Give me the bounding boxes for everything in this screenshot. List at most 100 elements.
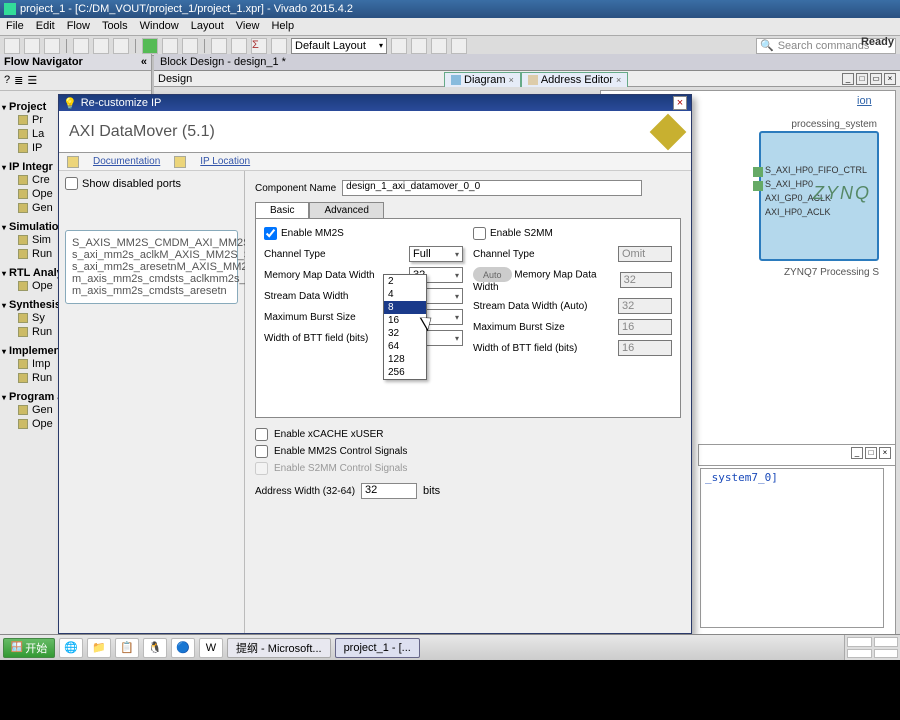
play-icon[interactable] — [162, 38, 178, 54]
clock-icon[interactable] — [271, 38, 287, 54]
close-icon[interactable]: × — [673, 96, 687, 110]
address-width-field[interactable]: 32 — [361, 483, 417, 499]
menu-tools[interactable]: Tools — [102, 20, 128, 33]
word-icon[interactable]: W — [199, 638, 223, 658]
system-tray[interactable] — [844, 635, 900, 660]
tray-icon[interactable] — [874, 649, 899, 659]
link-ip-location[interactable]: IP Location — [200, 156, 250, 167]
menu-window[interactable]: Window — [140, 20, 179, 33]
basic-pane: Enable MM2S Channel TypeFullMemory Map D… — [255, 218, 681, 418]
dropdown-option[interactable]: 128 — [384, 353, 426, 366]
tray-icon[interactable] — [847, 637, 872, 647]
link-ion[interactable]: ion — [857, 95, 872, 107]
new-icon[interactable] — [4, 38, 20, 54]
ps-label: processing_system — [791, 119, 877, 130]
notepad-icon[interactable]: 📋 — [115, 638, 139, 658]
wrench-icon[interactable] — [211, 38, 227, 54]
start-button[interactable]: 🪟开始 — [3, 638, 55, 658]
undo-icon[interactable] — [73, 38, 89, 54]
close-icon[interactable]: × — [616, 75, 621, 85]
task-vivado[interactable]: project_1 - [... — [335, 638, 420, 658]
show-disabled-checkbox[interactable] — [65, 177, 78, 190]
tab-address-editor[interactable]: Address Editor× — [521, 72, 628, 87]
component-name-field[interactable]: design_1_axi_datamover_0_0 — [342, 180, 642, 196]
explorer-icon[interactable]: 📁 — [87, 638, 111, 658]
sigma-icon[interactable]: Σ — [251, 38, 267, 54]
qq-icon[interactable]: 🐧 — [143, 638, 167, 658]
port-icon[interactable] — [753, 167, 763, 177]
expand-icon[interactable] — [411, 38, 427, 54]
param-row: Channel TypeFull — [264, 246, 463, 262]
save-icon[interactable] — [44, 38, 60, 54]
port-icon[interactable] — [753, 181, 763, 191]
app-icon — [4, 3, 16, 15]
menu-flow[interactable]: Flow — [67, 20, 90, 33]
tab-diagram[interactable]: Diagram× — [444, 72, 521, 87]
btt-width-dropdown[interactable]: 248163264128256 — [383, 274, 427, 380]
menu-help[interactable]: Help — [271, 20, 294, 33]
menu-layout[interactable]: Layout — [191, 20, 224, 33]
tcl-console[interactable]: _system7_0] — [700, 468, 884, 628]
run-icon[interactable] — [142, 38, 158, 54]
link-documentation[interactable]: Documentation — [93, 156, 160, 167]
dialog-links: Documentation IP Location — [59, 153, 691, 171]
enable-s2mm-checkbox[interactable] — [473, 227, 486, 240]
dropdown-option[interactable]: 256 — [384, 366, 426, 379]
diagram-icon — [451, 75, 461, 85]
restore-icon[interactable]: ▭ — [870, 73, 882, 85]
tab-advanced[interactable]: Advanced — [309, 202, 383, 218]
zynq-logo: ZYNQ — [813, 183, 871, 204]
close-icon[interactable]: × — [879, 447, 891, 459]
dropdown-option[interactable]: 64 — [384, 340, 426, 353]
option-checkbox[interactable] — [255, 445, 268, 458]
dropdown-option[interactable]: 32 — [384, 327, 426, 340]
copy-icon[interactable] — [113, 38, 129, 54]
param-select: 32 — [618, 298, 672, 314]
close-icon[interactable]: × — [884, 73, 896, 85]
sort-icon[interactable]: ☰ — [27, 74, 37, 87]
dropdown-option[interactable]: 2 — [384, 275, 426, 288]
step-icon[interactable] — [182, 38, 198, 54]
grid-icon[interactable] — [391, 38, 407, 54]
letterbox — [0, 660, 900, 720]
dropdown-option[interactable]: 4 — [384, 288, 426, 301]
windows-taskbar: 🪟开始 🌐 📁 📋 🐧 🔵 W 提纲 - Microsoft... projec… — [0, 634, 900, 660]
pin-icon[interactable] — [431, 38, 447, 54]
tray-icon[interactable] — [874, 637, 899, 647]
tab-basic[interactable]: Basic — [255, 202, 309, 218]
tcl-console-header: _□× — [698, 444, 896, 466]
help-icon[interactable]: ? — [4, 74, 10, 87]
dropdown-option[interactable]: 16 — [384, 314, 426, 327]
edge-icon[interactable]: 🔵 — [171, 638, 195, 658]
tray-icon[interactable] — [847, 649, 872, 659]
maximize-icon[interactable]: □ — [856, 73, 868, 85]
param-row: Maximum Burst Size16 — [264, 309, 463, 325]
dropdown-option[interactable]: 8 — [384, 301, 426, 314]
dialog-titlebar[interactable]: 💡 Re-customize IP × — [59, 95, 691, 111]
maximize-icon[interactable]: □ — [865, 447, 877, 459]
minimize-icon[interactable]: _ — [842, 73, 854, 85]
param-select[interactable]: Full — [409, 246, 463, 262]
menu-view[interactable]: View — [236, 20, 260, 33]
settings-icon[interactable] — [231, 38, 247, 54]
layout-select[interactable]: Default Layout — [291, 38, 387, 54]
enable-mm2s-checkbox[interactable] — [264, 227, 277, 240]
flow-nav-header: Flow Navigator« — [0, 54, 151, 71]
collapse-icon[interactable]: « — [141, 56, 147, 68]
option-checkbox[interactable] — [255, 428, 268, 441]
menu-edit[interactable]: Edit — [36, 20, 55, 33]
param-select: 32 — [620, 272, 672, 288]
s2mm-column: Enable S2MM Channel TypeOmitAuto Memory … — [473, 227, 672, 405]
open-icon[interactable] — [24, 38, 40, 54]
close-icon[interactable]: × — [509, 75, 514, 85]
param-row: Channel TypeOmit — [473, 246, 672, 262]
minimize-icon[interactable]: _ — [851, 447, 863, 459]
processing-system-block[interactable]: processing_system S_AXI_HP0_FIFO_CTRL S_… — [759, 131, 879, 261]
browser-icon[interactable]: 🌐 — [59, 638, 83, 658]
redo-icon[interactable] — [93, 38, 109, 54]
task-word[interactable]: 提纲 - Microsoft... — [227, 638, 331, 658]
menu-file[interactable]: File — [6, 20, 24, 33]
refresh-icon[interactable] — [451, 38, 467, 54]
filter-icon[interactable]: ≣ — [14, 74, 23, 87]
xilinx-logo-icon — [650, 113, 687, 150]
